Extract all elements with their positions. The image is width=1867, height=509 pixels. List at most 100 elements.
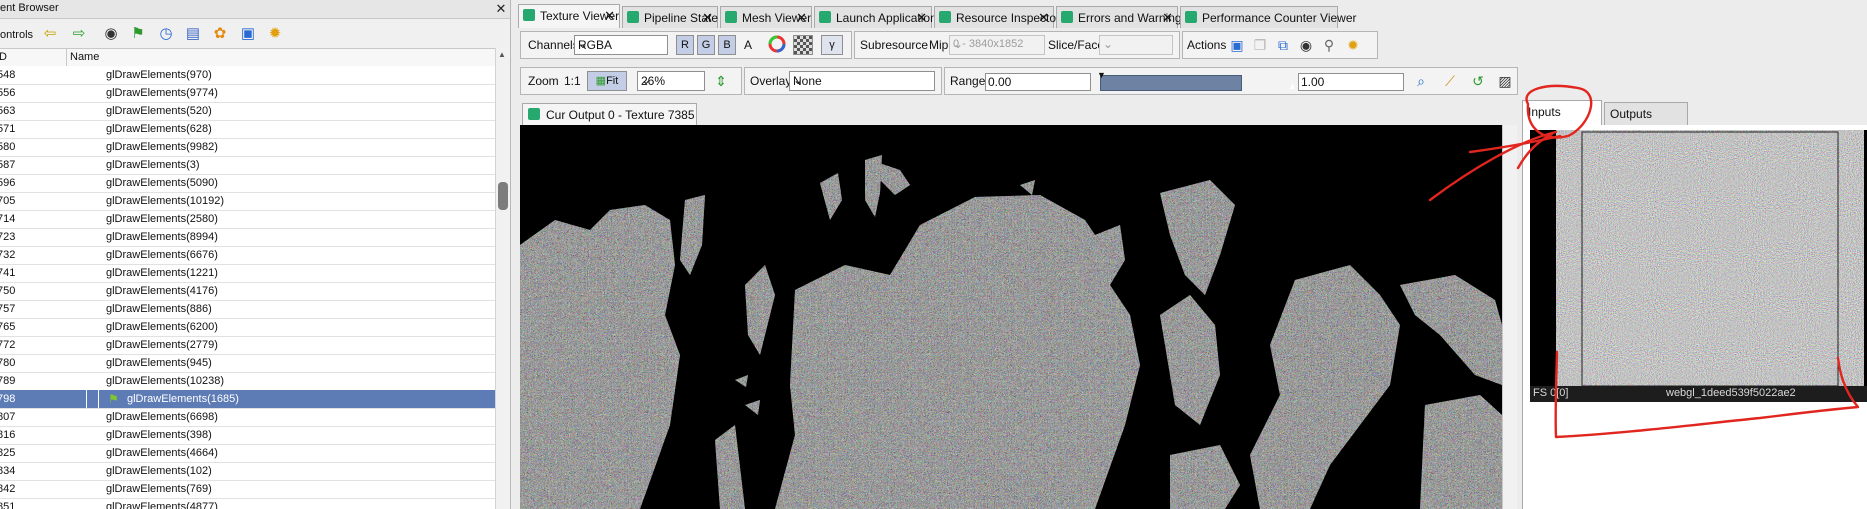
arrow-left-icon[interactable]: ⇦ xyxy=(40,24,60,44)
tab-texture-viewer[interactable]: Texture Viewer ✕ xyxy=(518,4,620,28)
tab-performance-counter-viewer[interactable]: Performance Counter Viewer xyxy=(1180,6,1357,28)
input-thumbnail[interactable] xyxy=(1530,130,1867,402)
event-list-scrollbar[interactable]: ▲ xyxy=(495,48,510,509)
table-row[interactable]: 825 glDrawElements(4664) xyxy=(0,444,495,463)
settings-star-icon[interactable]: ✹ xyxy=(265,24,285,44)
tab-errors-and-warnings[interactable]: Errors and Warnings ✕ xyxy=(1056,6,1188,28)
table-row[interactable]: 807 glDrawElements(6698) xyxy=(0,408,495,427)
event-name: glDrawElements(970) xyxy=(106,69,212,81)
tab-pipeline-state[interactable]: Pipeline State ✕ xyxy=(622,6,718,28)
table-row[interactable]: 714 glDrawElements(2580) xyxy=(0,210,495,229)
scroll-up-icon[interactable]: ▲ xyxy=(498,50,506,59)
event-name: glDrawElements(6200) xyxy=(106,321,218,333)
table-row[interactable]: 772 glDrawElements(2779) xyxy=(0,336,495,355)
gear-icon[interactable]: ✿ xyxy=(210,24,230,44)
column-name[interactable]: Name xyxy=(70,51,99,63)
fit-button[interactable]: ▦Fit xyxy=(587,71,627,91)
close-icon[interactable]: ✕ xyxy=(1162,10,1173,26)
table-row[interactable]: 851 glDrawElements(4877) xyxy=(0,498,495,509)
table-row[interactable]: 834 glDrawElements(102) xyxy=(0,462,495,481)
blue-channel-toggle[interactable]: B xyxy=(718,35,736,55)
tab-inputs[interactable]: Inputs xyxy=(1522,100,1602,125)
slice-face-select[interactable]: ⌄ xyxy=(1099,35,1173,55)
binoculars-icon[interactable]: ◉ xyxy=(101,24,121,44)
column-eid[interactable]: D xyxy=(0,51,7,63)
table-row[interactable]: 563 glDrawElements(520) xyxy=(0,102,495,121)
histogram-icon[interactable]: ▨ xyxy=(1495,71,1515,91)
range-min-field[interactable]: 0.00 xyxy=(985,73,1091,91)
copy-icon[interactable]: ❐ xyxy=(1250,35,1270,55)
thumbnail-caption: FS 0[0] webgl_1deed539f5022ae2 xyxy=(1530,386,1867,402)
table-row[interactable]: 798 ⚑ glDrawElements(1685) xyxy=(0,390,495,409)
table-row[interactable]: 842 glDrawElements(769) xyxy=(0,480,495,499)
table-row[interactable]: 705 glDrawElements(10192) xyxy=(0,192,495,211)
table-row[interactable]: 732 glDrawElements(6676) xyxy=(0,246,495,265)
green-channel-toggle[interactable]: G xyxy=(697,35,715,55)
close-icon[interactable]: ✕ xyxy=(604,8,615,24)
close-icon[interactable]: ✕ xyxy=(796,10,807,26)
save-icon[interactable]: ▣ xyxy=(238,24,258,44)
zoom-1to1-button[interactable]: 1:1 xyxy=(564,74,581,88)
table-row[interactable]: 548 glDrawElements(970) xyxy=(0,66,495,85)
red-channel-toggle[interactable]: R xyxy=(676,35,694,55)
event-id: 563 xyxy=(0,105,16,117)
table-row[interactable]: 587 glDrawElements(3) xyxy=(0,156,495,175)
table-row[interactable]: 580 glDrawElements(9982) xyxy=(0,138,495,157)
open-icon[interactable]: ⧉ xyxy=(1273,35,1293,55)
output-tab[interactable]: Cur Output 0 - Texture 7385 xyxy=(522,103,697,125)
event-id: 596 xyxy=(0,177,16,189)
scrollbar-thumb[interactable] xyxy=(498,182,508,210)
range-max-field[interactable]: 1.00 xyxy=(1298,73,1404,91)
outputs-tab-label: Outputs xyxy=(1610,107,1653,121)
zoom-select[interactable]: 26% ⌄ xyxy=(637,71,705,91)
alpha-channel-toggle[interactable]: A xyxy=(744,38,752,52)
auto-fit-wand-icon[interactable]: ⟋ xyxy=(1440,71,1460,91)
timer-icon[interactable]: ◷ xyxy=(156,24,176,44)
table-row[interactable]: 723 glDrawElements(8994) xyxy=(0,228,495,247)
zoom-range-icon[interactable]: ⌕ xyxy=(1411,71,1431,91)
texture-viewport[interactable] xyxy=(520,125,1502,509)
color-wheel-icon[interactable] xyxy=(767,35,787,55)
table-row[interactable]: 741 glDrawElements(1221) xyxy=(0,264,495,283)
table-row[interactable]: 780 glDrawElements(945) xyxy=(0,354,495,373)
close-icon[interactable]: ✕ xyxy=(916,10,927,26)
close-icon[interactable]: ✕ xyxy=(702,10,713,26)
event-name: glDrawElements(6676) xyxy=(106,249,218,261)
range-histogram[interactable] xyxy=(1100,75,1242,91)
table-row[interactable]: 765 glDrawElements(6200) xyxy=(0,318,495,337)
close-icon[interactable]: ✕ xyxy=(494,2,508,16)
window-icon xyxy=(819,11,831,23)
save-texture-icon[interactable]: ▣ xyxy=(1227,35,1247,55)
table-row[interactable]: 757 glDrawElements(886) xyxy=(0,300,495,319)
range-min-handle[interactable]: ▼ xyxy=(1097,70,1106,80)
flip-vertical-icon[interactable]: ⇕ xyxy=(711,71,731,91)
table-row[interactable]: 556 glDrawElements(9774) xyxy=(0,84,495,103)
range-max-handle[interactable]: ▲ xyxy=(1288,81,1297,91)
actions-label: Actions xyxy=(1187,38,1227,52)
reset-range-icon[interactable]: ↺ xyxy=(1468,71,1488,91)
table-row[interactable]: 596 glDrawElements(5090) xyxy=(0,174,495,193)
checkerboard-icon[interactable] xyxy=(793,35,813,55)
gamma-toggle[interactable]: γ xyxy=(821,35,843,55)
tab-mesh-viewer[interactable]: Mesh Viewer ✕ xyxy=(720,6,812,28)
binoculars-icon[interactable]: ◉ xyxy=(1296,35,1316,55)
tab-resource-inspector[interactable]: Resource Inspector ✕ xyxy=(934,6,1060,28)
table-row[interactable]: 789 glDrawElements(10238) xyxy=(0,372,495,391)
viewport-scrollbar[interactable] xyxy=(1502,125,1517,509)
flag-icon[interactable]: ⚑ xyxy=(128,24,148,44)
chart-icon[interactable]: ▤ xyxy=(183,24,203,44)
arrow-right-icon[interactable]: ⇨ xyxy=(69,24,89,44)
link-icon[interactable]: ⚲ xyxy=(1319,35,1339,55)
event-browser-title: ent Browser xyxy=(0,2,59,14)
tab-outputs[interactable]: Outputs xyxy=(1604,102,1688,125)
tab-launch-application[interactable]: Launch Application ✕ xyxy=(814,6,937,28)
table-row[interactable]: 571 glDrawElements(628) xyxy=(0,120,495,139)
table-row[interactable]: 816 glDrawElements(398) xyxy=(0,426,495,445)
close-icon[interactable]: ✕ xyxy=(1038,10,1049,26)
channels-select[interactable]: RGBA ⌄ xyxy=(574,35,668,55)
mip-select[interactable]: 0 - 3840x1852 ⌄ xyxy=(949,35,1045,55)
event-name: glDrawElements(1685) xyxy=(127,393,239,405)
table-row[interactable]: 750 glDrawElements(4176) xyxy=(0,282,495,301)
settings-star-icon[interactable]: ✹ xyxy=(1343,35,1363,55)
overlay-select[interactable]: None ⌄ xyxy=(789,71,935,91)
